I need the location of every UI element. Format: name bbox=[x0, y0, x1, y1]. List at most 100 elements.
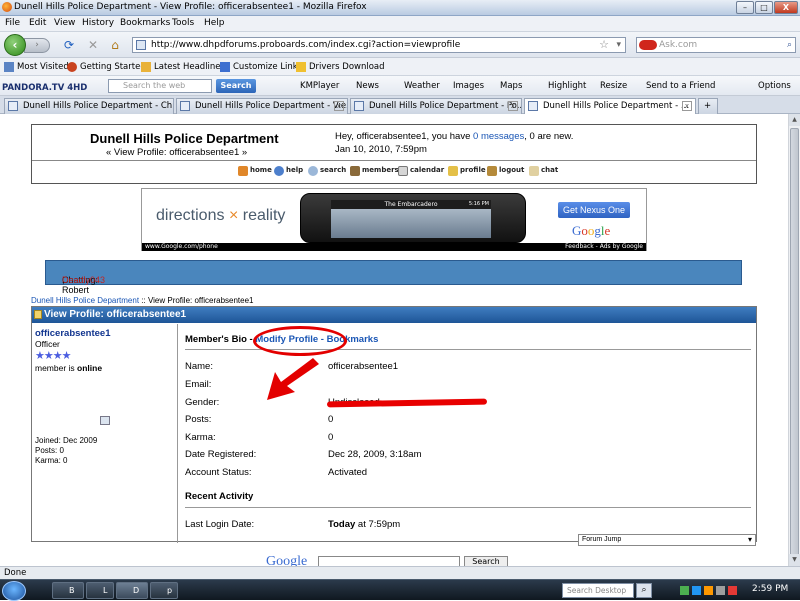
close-button[interactable]: X bbox=[774, 1, 798, 14]
stop-icon[interactable]: ✕ bbox=[86, 38, 100, 52]
search-input[interactable]: Ask.com ⌕ bbox=[636, 37, 796, 53]
google-search-input[interactable] bbox=[318, 556, 460, 566]
menu-edit[interactable]: Edit bbox=[29, 18, 46, 28]
tab-close-icon[interactable]: x bbox=[682, 101, 692, 111]
nav-calendar[interactable]: calendar bbox=[398, 166, 444, 176]
url-dropdown-icon[interactable]: ▾ bbox=[616, 38, 621, 52]
taskbar-button-l[interactable]: L bbox=[86, 582, 114, 599]
star-bookmark-icon[interactable]: ☆ bbox=[599, 38, 609, 52]
tray-app-icon[interactable] bbox=[692, 586, 701, 595]
menu-view[interactable]: View bbox=[54, 18, 75, 28]
toolbar-search-input[interactable]: Search the web bbox=[108, 79, 212, 93]
status-bar: Done bbox=[0, 566, 800, 579]
bookmark-latest-headlines[interactable]: Latest Headlines bbox=[154, 62, 225, 72]
greeting: Hey, officerabsentee1, you have 0 messag… bbox=[335, 131, 573, 142]
start-button[interactable] bbox=[2, 581, 26, 601]
scroll-up-arrow[interactable]: ▲ bbox=[789, 114, 800, 126]
profile-header-title: View Profile: officerabsentee1 bbox=[44, 309, 187, 320]
tab-post[interactable]: Dunell Hills Police Department - Po... x bbox=[350, 98, 522, 114]
field-value-status: Activated bbox=[328, 467, 368, 478]
profile-details: Member's Bio - Modify Profile - Bookmark… bbox=[179, 324, 756, 543]
nav-chat[interactable]: chat bbox=[529, 166, 558, 176]
google-search-button[interactable]: Search bbox=[464, 556, 508, 566]
desktop-search-icon[interactable]: ⌕ bbox=[636, 583, 652, 598]
get-nexus-one-button[interactable]: Get Nexus One bbox=[558, 202, 630, 218]
tray-app-icon[interactable] bbox=[704, 586, 713, 595]
nav-members[interactable]: members bbox=[350, 166, 399, 176]
ask-engine-icon[interactable] bbox=[639, 40, 657, 50]
scroll-down-arrow[interactable]: ▼ bbox=[789, 554, 800, 566]
tab-close-icon[interactable]: x bbox=[508, 101, 518, 111]
greeting-prefix: Hey, officerabsentee1, you have bbox=[335, 131, 474, 142]
taskbar-button-b[interactable]: B bbox=[52, 582, 84, 599]
forward-button[interactable]: › bbox=[24, 38, 50, 53]
bookmark-most-visited[interactable]: Most Visited bbox=[17, 62, 69, 72]
url-input[interactable]: http://www.dhpdforums.proboards.com/inde… bbox=[132, 37, 626, 53]
chatting-bar: Chatting: Deadly043, Robert bbox=[45, 260, 742, 295]
messages-link[interactable]: 0 messages bbox=[473, 131, 524, 142]
tab-chat[interactable]: Dunell Hills Police Department - Ch... bbox=[4, 98, 174, 114]
toolbar-resize[interactable]: Resize bbox=[600, 81, 627, 91]
scroll-thumb[interactable] bbox=[790, 128, 799, 558]
toolbar-weather[interactable]: Weather bbox=[404, 81, 440, 91]
pandora-logo[interactable]: PANDORA.TV 4HD bbox=[2, 81, 102, 95]
vertical-scrollbar[interactable]: ▲ ▼ bbox=[788, 114, 800, 566]
toolbar-maps[interactable]: Maps bbox=[500, 81, 522, 91]
network-icon[interactable] bbox=[680, 586, 689, 595]
window-title: Dunell Hills Police Department - View Pr… bbox=[14, 2, 367, 12]
ad-attribution[interactable]: Feedback - Ads by Google bbox=[565, 243, 643, 251]
ad-url[interactable]: www.Google.com/phone bbox=[145, 243, 218, 250]
maximize-button[interactable]: □ bbox=[755, 1, 773, 14]
toolbar-options[interactable]: Options bbox=[758, 81, 791, 91]
forum-jump-select[interactable]: Forum Jump bbox=[578, 534, 756, 546]
customize-links-icon bbox=[220, 62, 230, 72]
bookmarks-toolbar: Most Visited Getting Started Latest Head… bbox=[0, 58, 800, 76]
nav-home[interactable]: home bbox=[238, 166, 272, 176]
menu-history[interactable]: History bbox=[82, 18, 114, 28]
forum-header: Dunell Hills Police Department « View Pr… bbox=[31, 124, 757, 184]
bookmark-customize-links[interactable]: Customize Links bbox=[233, 62, 302, 72]
nav-logout[interactable]: logout bbox=[487, 166, 524, 176]
back-button[interactable]: ‹ bbox=[4, 34, 26, 56]
toolbar-search-button[interactable]: Search bbox=[216, 79, 256, 93]
bookmark-drivers-download[interactable]: Drivers Download bbox=[309, 62, 385, 72]
minimize-button[interactable]: – bbox=[736, 1, 754, 14]
toolbar-news[interactable]: News bbox=[356, 81, 379, 91]
desktop-search-input[interactable]: Search Desktop bbox=[562, 583, 634, 598]
menu-file[interactable]: File bbox=[5, 18, 20, 28]
private-message-icon[interactable] bbox=[100, 416, 110, 425]
toolbar-images[interactable]: Images bbox=[453, 81, 484, 91]
tab-favicon bbox=[528, 101, 538, 111]
toolbar-highlight[interactable]: Highlight bbox=[548, 81, 586, 91]
navigation-toolbar: › ‹ ⟳ ✕ ⌂ http://www.dhpdforums.proboard… bbox=[0, 32, 800, 58]
search-go-icon[interactable]: ⌕ bbox=[787, 38, 792, 52]
clock[interactable]: 2:59 PM bbox=[752, 584, 788, 594]
toolbar-send-to-friend[interactable]: Send to a Friend bbox=[646, 81, 715, 91]
taskbar-button-p[interactable]: p bbox=[150, 582, 178, 599]
field-label-gender: Gender: bbox=[185, 397, 220, 408]
menu-bookmarks[interactable]: Bookmarks bbox=[120, 18, 170, 28]
tab-view[interactable]: Dunell Hills Police Department - Vie... … bbox=[176, 98, 348, 114]
tab-close-icon[interactable]: x bbox=[334, 101, 344, 111]
reload-icon[interactable]: ⟳ bbox=[62, 38, 76, 52]
breadcrumb-forum-link[interactable]: Dunell Hills Police Department bbox=[31, 296, 139, 305]
members-icon bbox=[350, 166, 360, 176]
breadcrumb: Dunell Hills Police Department :: View P… bbox=[31, 296, 253, 305]
nav-help[interactable]: help bbox=[274, 166, 303, 176]
tab-active[interactable]: Dunell Hills Police Department - ... x bbox=[524, 98, 696, 115]
profile-icon bbox=[448, 166, 458, 176]
menu-tools[interactable]: Tools bbox=[172, 18, 194, 28]
security-icon[interactable] bbox=[728, 586, 737, 595]
new-tab-button[interactable]: + bbox=[698, 98, 718, 114]
google-ad-banner[interactable]: directions × reality The Embarcadero 5:1… bbox=[141, 188, 647, 251]
menu-help[interactable]: Help bbox=[204, 18, 225, 28]
nav-profile[interactable]: profile bbox=[448, 166, 486, 176]
taskbar-button-firefox[interactable]: D bbox=[116, 582, 148, 599]
user-name[interactable]: officerabsentee1 bbox=[35, 328, 111, 339]
phone-screen: The Embarcadero 5:16 PM bbox=[331, 200, 491, 238]
volume-icon[interactable] bbox=[716, 586, 725, 595]
home-icon[interactable]: ⌂ bbox=[108, 38, 122, 52]
toolbar-kmplayer[interactable]: KMPlayer bbox=[300, 81, 339, 91]
bookmark-getting-started[interactable]: Getting Started bbox=[80, 62, 146, 72]
nav-search[interactable]: search bbox=[308, 166, 346, 176]
